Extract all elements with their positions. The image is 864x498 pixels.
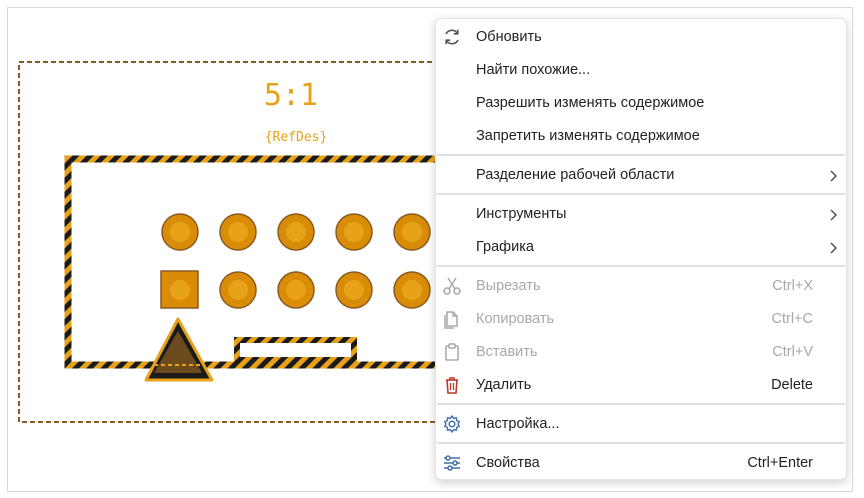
menu-item-label: Графика xyxy=(476,239,534,255)
menu-item-copy[interactable]: Копировать Ctrl+C xyxy=(436,303,846,336)
menu-separator xyxy=(437,265,845,267)
menu-item-paste[interactable]: Вставить Ctrl+V xyxy=(436,336,846,369)
menu-item-split-workspace[interactable]: Разделение рабочей области xyxy=(436,159,846,192)
shortcut-label: Ctrl+V xyxy=(772,344,813,360)
key-slot xyxy=(234,337,357,363)
clipboard-icon xyxy=(445,343,459,361)
menu-separator xyxy=(437,442,845,444)
menu-item-find-similar[interactable]: Найти похожие... xyxy=(436,54,846,87)
context-menu: Обновить Найти похожие... Разрешить изме… xyxy=(435,18,847,480)
menu-item-refresh[interactable]: Обновить xyxy=(436,21,846,54)
copy-icon xyxy=(444,311,458,329)
menu-separator xyxy=(437,193,845,195)
refdes-label: {RefDes} xyxy=(265,130,328,145)
menu-item-properties[interactable]: Свойства Ctrl+Enter xyxy=(436,447,846,480)
menu-item-label: Удалить xyxy=(476,377,532,393)
pad-row-top xyxy=(161,213,431,251)
menu-item-label: Свойства xyxy=(476,455,540,471)
menu-item-label: Инструменты xyxy=(476,206,567,222)
menu-item-label: Вырезать xyxy=(476,278,541,294)
menu-item-label: Запретить изменять содержимое xyxy=(476,128,700,144)
shortcut-label: Ctrl+X xyxy=(772,278,813,294)
pad-row-bottom xyxy=(160,270,431,309)
menu-item-allow-edit[interactable]: Разрешить изменять содержимое xyxy=(436,87,846,120)
menu-item-graphics[interactable]: Графика xyxy=(436,231,846,264)
scissors-icon xyxy=(443,277,461,295)
menu-separator xyxy=(437,154,845,156)
shortcut-label: Ctrl+Enter xyxy=(747,455,813,471)
menu-item-label: Обновить xyxy=(476,29,542,45)
menu-item-delete[interactable]: Удалить Delete xyxy=(436,369,846,402)
shortcut-label: Delete xyxy=(771,377,813,393)
chevron-right-icon xyxy=(830,209,838,221)
menu-separator xyxy=(437,403,845,405)
trash-icon xyxy=(446,377,458,394)
menu-item-label: Вставить xyxy=(476,344,538,360)
chevron-right-icon xyxy=(830,242,838,254)
chevron-right-icon xyxy=(830,170,838,182)
menu-item-cut[interactable]: Вырезать Ctrl+X xyxy=(436,270,846,303)
menu-item-label: Настройка... xyxy=(476,416,560,432)
pin1-marker xyxy=(144,317,214,382)
menu-item-settings[interactable]: Настройка... xyxy=(436,408,846,441)
sliders-icon xyxy=(444,455,460,471)
menu-item-label: Найти похожие... xyxy=(476,62,591,78)
scale-label: 5:1 xyxy=(264,78,318,113)
menu-item-label: Разрешить изменять содержимое xyxy=(476,95,705,111)
gear-icon xyxy=(444,415,460,433)
silkscreen-outline xyxy=(64,155,472,369)
menu-item-forbid-edit[interactable]: Запретить изменять содержимое xyxy=(436,120,846,153)
shortcut-label: Ctrl+C xyxy=(771,311,814,327)
menu-item-label: Разделение рабочей области xyxy=(476,167,675,183)
menu-item-label: Копировать xyxy=(476,311,555,327)
refresh-icon xyxy=(445,29,459,45)
menu-item-tools[interactable]: Инструменты xyxy=(436,198,846,231)
